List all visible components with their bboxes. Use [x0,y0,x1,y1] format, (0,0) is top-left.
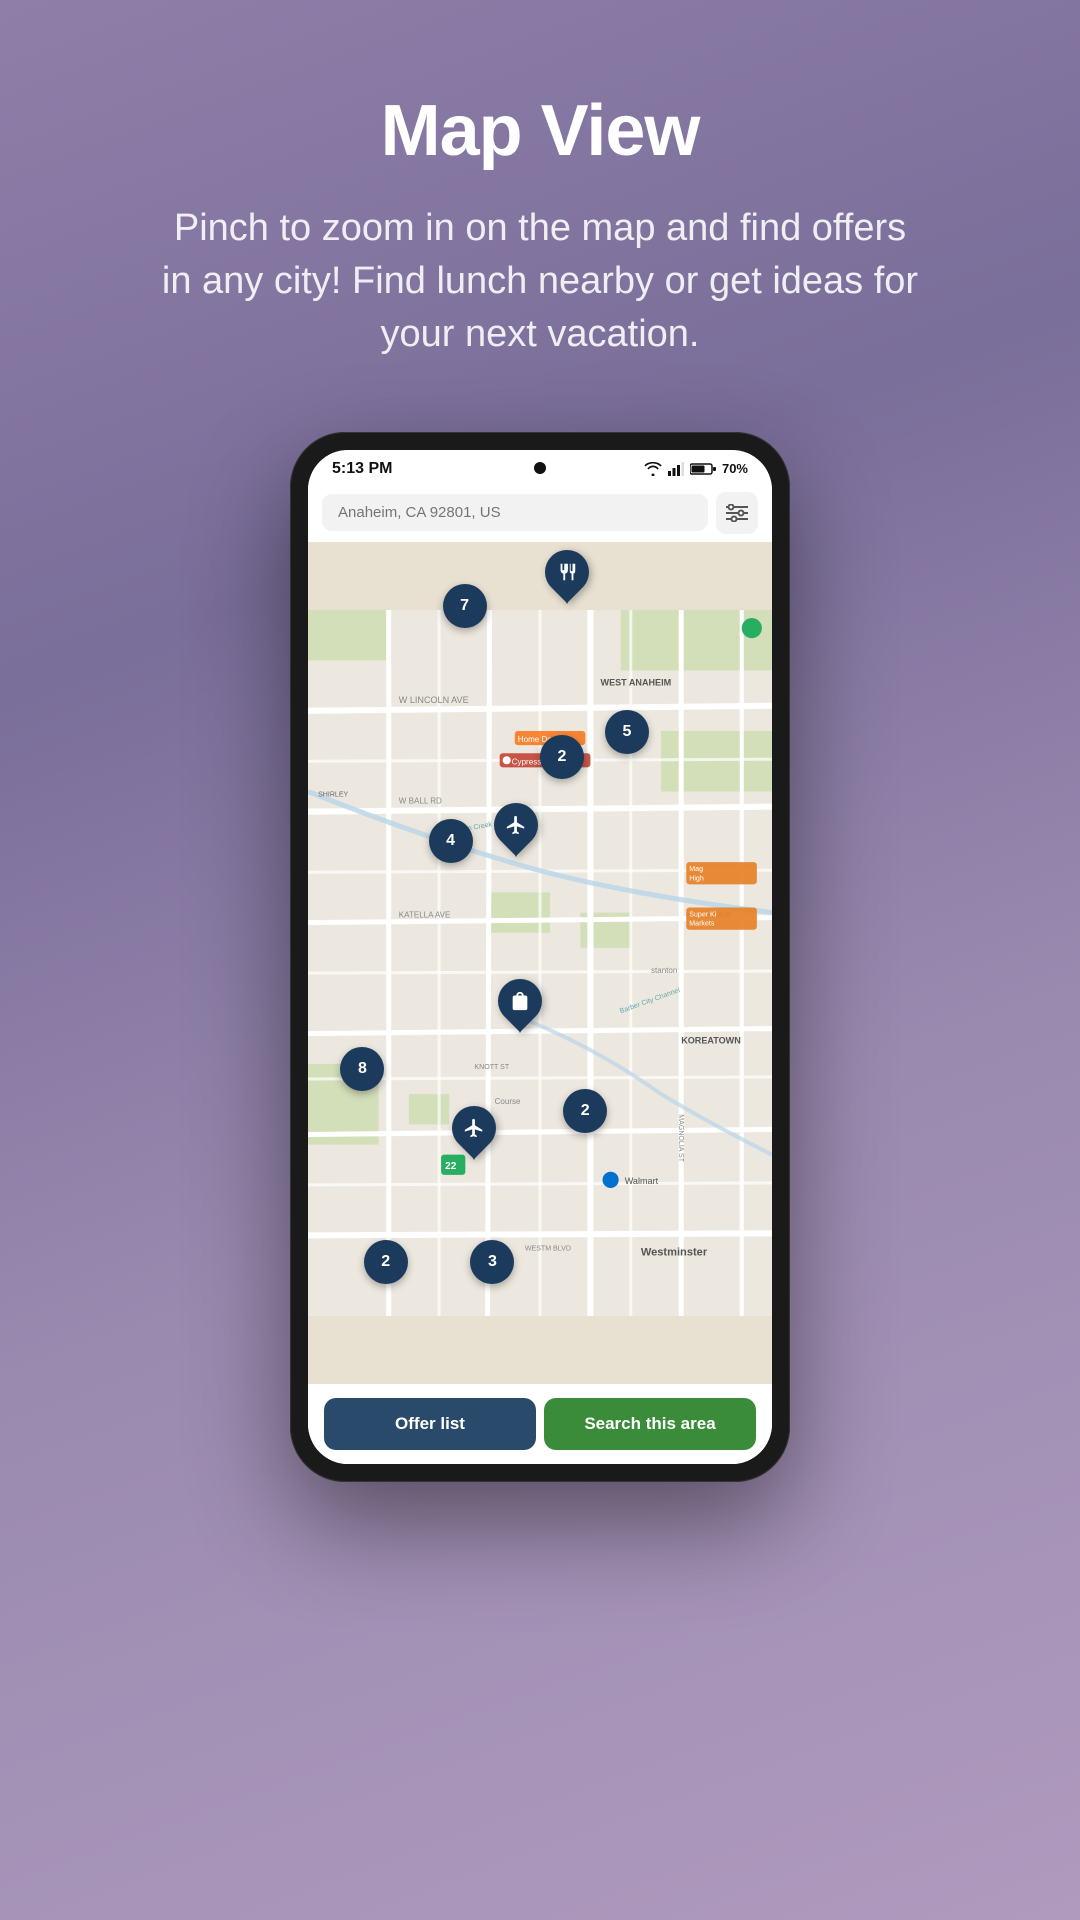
camera-dot [534,462,546,474]
map-container[interactable]: W LINCOLN AVE W BALL RD KATELLA AVE KATE… [308,542,772,1384]
map-pin-5[interactable]: 5 [605,710,649,754]
shopping-bag-icon [509,990,531,1012]
map-pin-2a[interactable]: 2 [540,735,584,779]
wifi-icon [644,462,662,476]
svg-text:Westminster: Westminster [641,1246,708,1258]
filter-button[interactable] [716,492,758,534]
fork-knife-icon [556,561,578,583]
plane-icon-1 [505,814,527,836]
map-pin-8[interactable]: 8 [340,1047,384,1091]
location-search-input[interactable] [322,494,708,531]
map-pin-plane2[interactable] [452,1106,496,1160]
filter-icon [726,504,748,522]
search-area-button[interactable]: Search this area [544,1398,756,1450]
map-pin-2c[interactable]: 2 [364,1240,408,1284]
svg-text:Mag: Mag [689,866,703,873]
battery-text: 70% [722,461,748,476]
plane-icon-2 [463,1117,485,1139]
svg-text:MAGNOLIA ST: MAGNOLIA ST [677,1114,684,1162]
svg-text:stanton: stanton [651,966,677,975]
signal-icon [668,462,684,476]
status-bar: 5:13 PM [308,450,772,484]
svg-text:KOREATOWN: KOREATOWN [681,1035,741,1045]
svg-text:Markets: Markets [689,920,715,927]
svg-text:Super Ki: Super Ki [689,911,716,918]
svg-text:Course: Course [495,1097,521,1106]
map-pin-food[interactable] [545,550,589,604]
map-pin-3[interactable]: 3 [470,1240,514,1284]
bottom-actions: Offer list Search this area [308,1384,772,1464]
svg-text:22: 22 [445,1160,457,1171]
map-pin-4[interactable]: 4 [429,819,473,863]
svg-text:W BALL RD: W BALL RD [399,796,442,805]
status-icons: 70% [644,461,748,476]
map-pin-plane1[interactable] [494,803,538,857]
map-pin-2b[interactable]: 2 [563,1089,607,1133]
svg-text:SHIRLEY: SHIRLEY [318,791,348,798]
page-title: Map View [381,90,700,172]
map-pin-7[interactable]: 7 [443,584,487,628]
svg-text:WEST ANAHEIM: WEST ANAHEIM [601,677,672,687]
search-bar [308,484,772,542]
battery-icon [690,462,716,476]
page-subtitle: Pinch to zoom in on the map and find off… [130,202,950,362]
svg-text:KNOTT ST: KNOTT ST [474,1063,509,1070]
svg-text:High: High [689,875,704,882]
map-pin-bag[interactable] [498,979,542,1033]
svg-text:KATELLA AVE: KATELLA AVE [399,910,451,919]
svg-text:W LINCOLN AVE: W LINCOLN AVE [399,694,469,704]
phone-screen: 5:13 PM [308,450,772,1464]
offer-list-button[interactable]: Offer list [324,1398,536,1450]
status-time: 5:13 PM [332,460,392,478]
svg-text:WESTM BLVD: WESTM BLVD [525,1245,571,1252]
phone-frame: 5:13 PM [290,432,790,1482]
svg-text:Walmart: Walmart [625,1175,659,1185]
